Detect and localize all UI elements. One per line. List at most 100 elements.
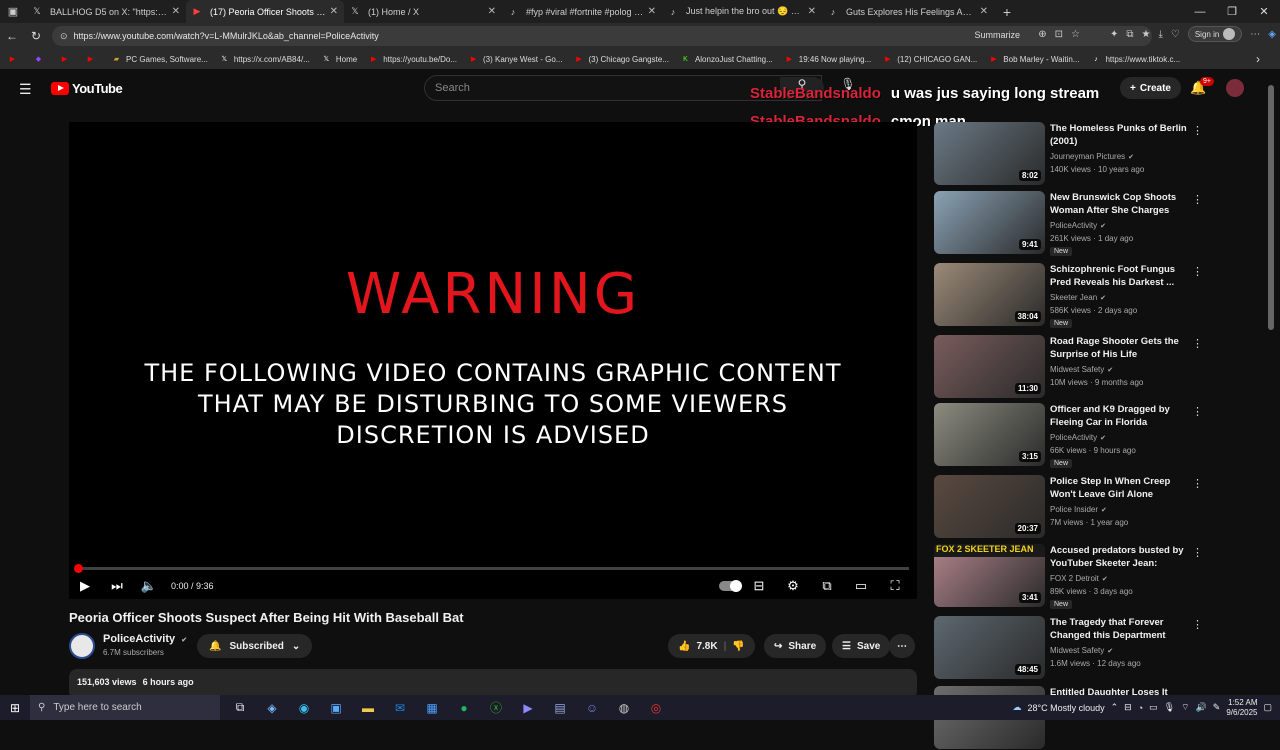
edge-browser-icon[interactable]: ◉ xyxy=(288,701,320,715)
pen-icon[interactable]: ✎ xyxy=(1213,702,1221,713)
recommended-video[interactable]: FOX 2 SKEETER JEAN 3:41 Accused predators … xyxy=(934,544,1204,609)
windows-start-icon[interactable]: ⊞ xyxy=(0,701,30,715)
video-thumbnail[interactable]: 11:30 xyxy=(934,335,1045,398)
chevron-up-icon[interactable]: ⌃ xyxy=(1111,702,1119,713)
bookmark-item[interactable]: ▶ (3) Chicago Gangste... xyxy=(570,55,672,64)
more-actions-button[interactable]: ⋯ xyxy=(889,634,915,658)
channel-name[interactable]: PoliceActivity ✔ xyxy=(103,633,187,645)
video-thumbnail[interactable]: FOX 2 SKEETER JEAN 3:41 xyxy=(934,544,1045,607)
recommended-title[interactable]: Officer and K9 Dragged by Fleeing Car in… xyxy=(1050,403,1188,429)
recommended-video[interactable]: 20:37 Police Step In When Creep Won't Lea… xyxy=(934,475,1204,539)
clock[interactable]: 1:52 AM 9/6/2025 xyxy=(1226,698,1257,718)
video-thumbnail[interactable]: 20:37 xyxy=(934,475,1045,538)
scrubber-handle[interactable] xyxy=(74,564,83,573)
copilot-icon[interactable]: ◈ xyxy=(1268,29,1276,40)
theater-mode-icon[interactable]: ▭ xyxy=(845,578,877,594)
save-button[interactable]: ☰ Save xyxy=(832,634,891,658)
play-icon[interactable]: ▶ xyxy=(69,578,101,594)
create-button[interactable]: + Create xyxy=(1120,77,1181,99)
weather-icon[interactable]: ☁ xyxy=(1012,702,1021,713)
recommended-title[interactable]: The Tragedy that Forever Changed this De… xyxy=(1050,616,1188,642)
close-tab-icon[interactable]: ✕ xyxy=(172,6,180,17)
bookmark-item[interactable]: ♪ https://www.tiktok.c... xyxy=(1087,55,1184,64)
speaker-icon[interactable]: 🔊 xyxy=(1196,702,1207,713)
recommended-channel[interactable]: FOX 2 Detroit ✔ xyxy=(1050,574,1108,583)
summarize-button[interactable]: Summarize xyxy=(974,30,1020,40)
recommended-channel[interactable]: Skeeter Jean ✔ xyxy=(1050,293,1106,302)
downloads-icon[interactable]: ⤓ xyxy=(1158,29,1162,40)
recommended-channel[interactable]: Journeyman Pictures ✔ xyxy=(1050,152,1134,161)
recommended-video[interactable]: 9:41 New Brunswick Cop Shoots Woman After… xyxy=(934,191,1204,256)
recommended-title[interactable]: New Brunswick Cop Shoots Woman After She… xyxy=(1050,191,1188,217)
close-window-icon[interactable]: ✕ xyxy=(1248,0,1280,23)
split-view-icon[interactable]: ⊡ xyxy=(1055,29,1063,40)
recommended-title[interactable]: The Homeless Punks of Berlin (2001) xyxy=(1050,122,1188,148)
video-player[interactable]: WARNING THE FOLLOWING VIDEO CONTAINS GRA… xyxy=(69,122,917,599)
subscribed-button[interactable]: 🔔 Subscribed ⌄ xyxy=(197,634,313,658)
kebab-menu-icon[interactable]: ⋮ xyxy=(1192,265,1203,278)
media-player-icon[interactable]: ▶ xyxy=(512,701,544,715)
recommended-title[interactable]: Police Step In When Creep Won't Leave Gi… xyxy=(1050,475,1188,501)
kebab-menu-icon[interactable]: ⋮ xyxy=(1192,477,1203,490)
recommended-video[interactable]: 8:02 The Homeless Punks of Berlin (2001) J… xyxy=(934,122,1204,186)
recommended-title[interactable]: Road Rage Shooter Gets the Surprise of H… xyxy=(1050,335,1188,361)
site-info-icon[interactable]: ⊙ xyxy=(60,31,68,42)
chrome-icon[interactable]: ◎ xyxy=(640,701,672,715)
recommended-channel[interactable]: Police Insider ✔ xyxy=(1050,505,1107,514)
minimize-icon[interactable]: — xyxy=(1184,0,1216,23)
bookmark-item[interactable]: ◆ xyxy=(30,55,52,64)
video-thumbnail[interactable]: 38:04 xyxy=(934,263,1045,326)
bookmark-item[interactable]: K AlonzoJust Chatting... xyxy=(677,55,777,64)
extension-icon[interactable]: ⊕ xyxy=(1038,29,1046,40)
bookmark-item[interactable]: ▶ xyxy=(82,55,104,64)
menu-icon[interactable]: ☰ xyxy=(19,81,32,98)
fullscreen-icon[interactable]: ⛶ xyxy=(879,578,911,594)
tab-actions-icon[interactable]: ▣ xyxy=(0,0,26,23)
steam-icon[interactable]: ◍ xyxy=(608,701,640,715)
close-tab-icon[interactable]: ✕ xyxy=(808,6,816,17)
recommended-title[interactable]: Schizophrenic Foot Fungus Pred Reveals h… xyxy=(1050,263,1188,289)
wifi-icon[interactable]: ⌔ xyxy=(1181,702,1189,713)
browser-tab[interactable]: ♪ Guts Explores His Feelings About ✕ xyxy=(822,0,994,23)
share-button[interactable]: ↪ Share xyxy=(764,634,827,658)
thumbs-down-icon[interactable]: 👎 xyxy=(732,641,744,652)
bookmark-item[interactable]: 𝕏 Home xyxy=(318,55,361,64)
refresh-icon[interactable]: ↻ xyxy=(24,29,48,43)
new-tab-button[interactable]: + xyxy=(994,4,1020,20)
browser-tab[interactable]: ▶ (17) Peoria Officer Shoots Su ✕ xyxy=(186,0,344,23)
bookmark-item[interactable]: 𝕏https://x.com/AB84/... xyxy=(216,55,314,64)
video-thumbnail[interactable]: 8:02 xyxy=(934,122,1045,185)
browser-tab[interactable]: ♪ #fyp #viral #fortnite #polog #be ✕ xyxy=(502,0,662,23)
recommended-channel[interactable]: PoliceActivity ✔ xyxy=(1050,221,1106,230)
kebab-menu-icon[interactable]: ⋮ xyxy=(1192,337,1203,350)
favorites-icon[interactable]: ★ xyxy=(1141,29,1150,40)
browser-essentials-icon[interactable]: ♡ xyxy=(1171,29,1180,40)
bookmark-item[interactable]: ▰ PC Games, Software... xyxy=(108,55,212,64)
close-tab-icon[interactable]: ✕ xyxy=(488,6,496,17)
bookmark-item[interactable]: ▶ https://youtu.be/Do... xyxy=(365,55,461,64)
collections-icon[interactable]: ⧉ xyxy=(1126,29,1133,40)
more-menu-icon[interactable]: ⋯ xyxy=(1250,29,1260,40)
taskbar-search[interactable]: ⚲ Type here to search xyxy=(30,695,220,720)
copilot-icon[interactable]: ◈ xyxy=(256,701,288,715)
video-thumbnail[interactable]: 48:45 xyxy=(934,616,1045,679)
bookmark-item[interactable]: ▶ 19:46 Now playing... xyxy=(781,55,876,64)
channel-avatar[interactable] xyxy=(69,633,95,659)
video-thumbnail[interactable]: 9:41 xyxy=(934,191,1045,254)
calculator-icon[interactable]: ▦ xyxy=(416,701,448,715)
recommended-video[interactable]: 48:45 The Tragedy that Forever Changed th… xyxy=(934,616,1204,680)
recommended-video[interactable]: 11:30 Road Rage Shooter Gets the Surprise… xyxy=(934,335,1204,399)
browser-tab[interactable]: ♪ Just helpin the bro out 😔 #fyp ✕ xyxy=(662,0,822,23)
favorite-star-icon[interactable]: ☆ xyxy=(1071,29,1080,40)
scrollbar[interactable] xyxy=(1268,85,1274,330)
more-bookmarks-icon[interactable]: › xyxy=(1256,52,1260,66)
close-tab-icon[interactable]: ✕ xyxy=(980,6,988,17)
progress-bar[interactable] xyxy=(77,567,909,570)
restore-icon[interactable]: ❐ xyxy=(1216,0,1248,23)
youtube-logo[interactable]: YouTube xyxy=(51,81,123,96)
bookmark-item[interactable]: ▶ (12) CHICAGO GAN... xyxy=(879,55,981,64)
bookmark-item[interactable]: ▶ xyxy=(56,55,78,64)
like-button[interactable]: 👍 7.8K | 👎 xyxy=(668,634,755,658)
close-tab-icon[interactable]: ✕ xyxy=(648,6,656,17)
extensions-puzzle-icon[interactable]: ✦ xyxy=(1110,29,1118,40)
